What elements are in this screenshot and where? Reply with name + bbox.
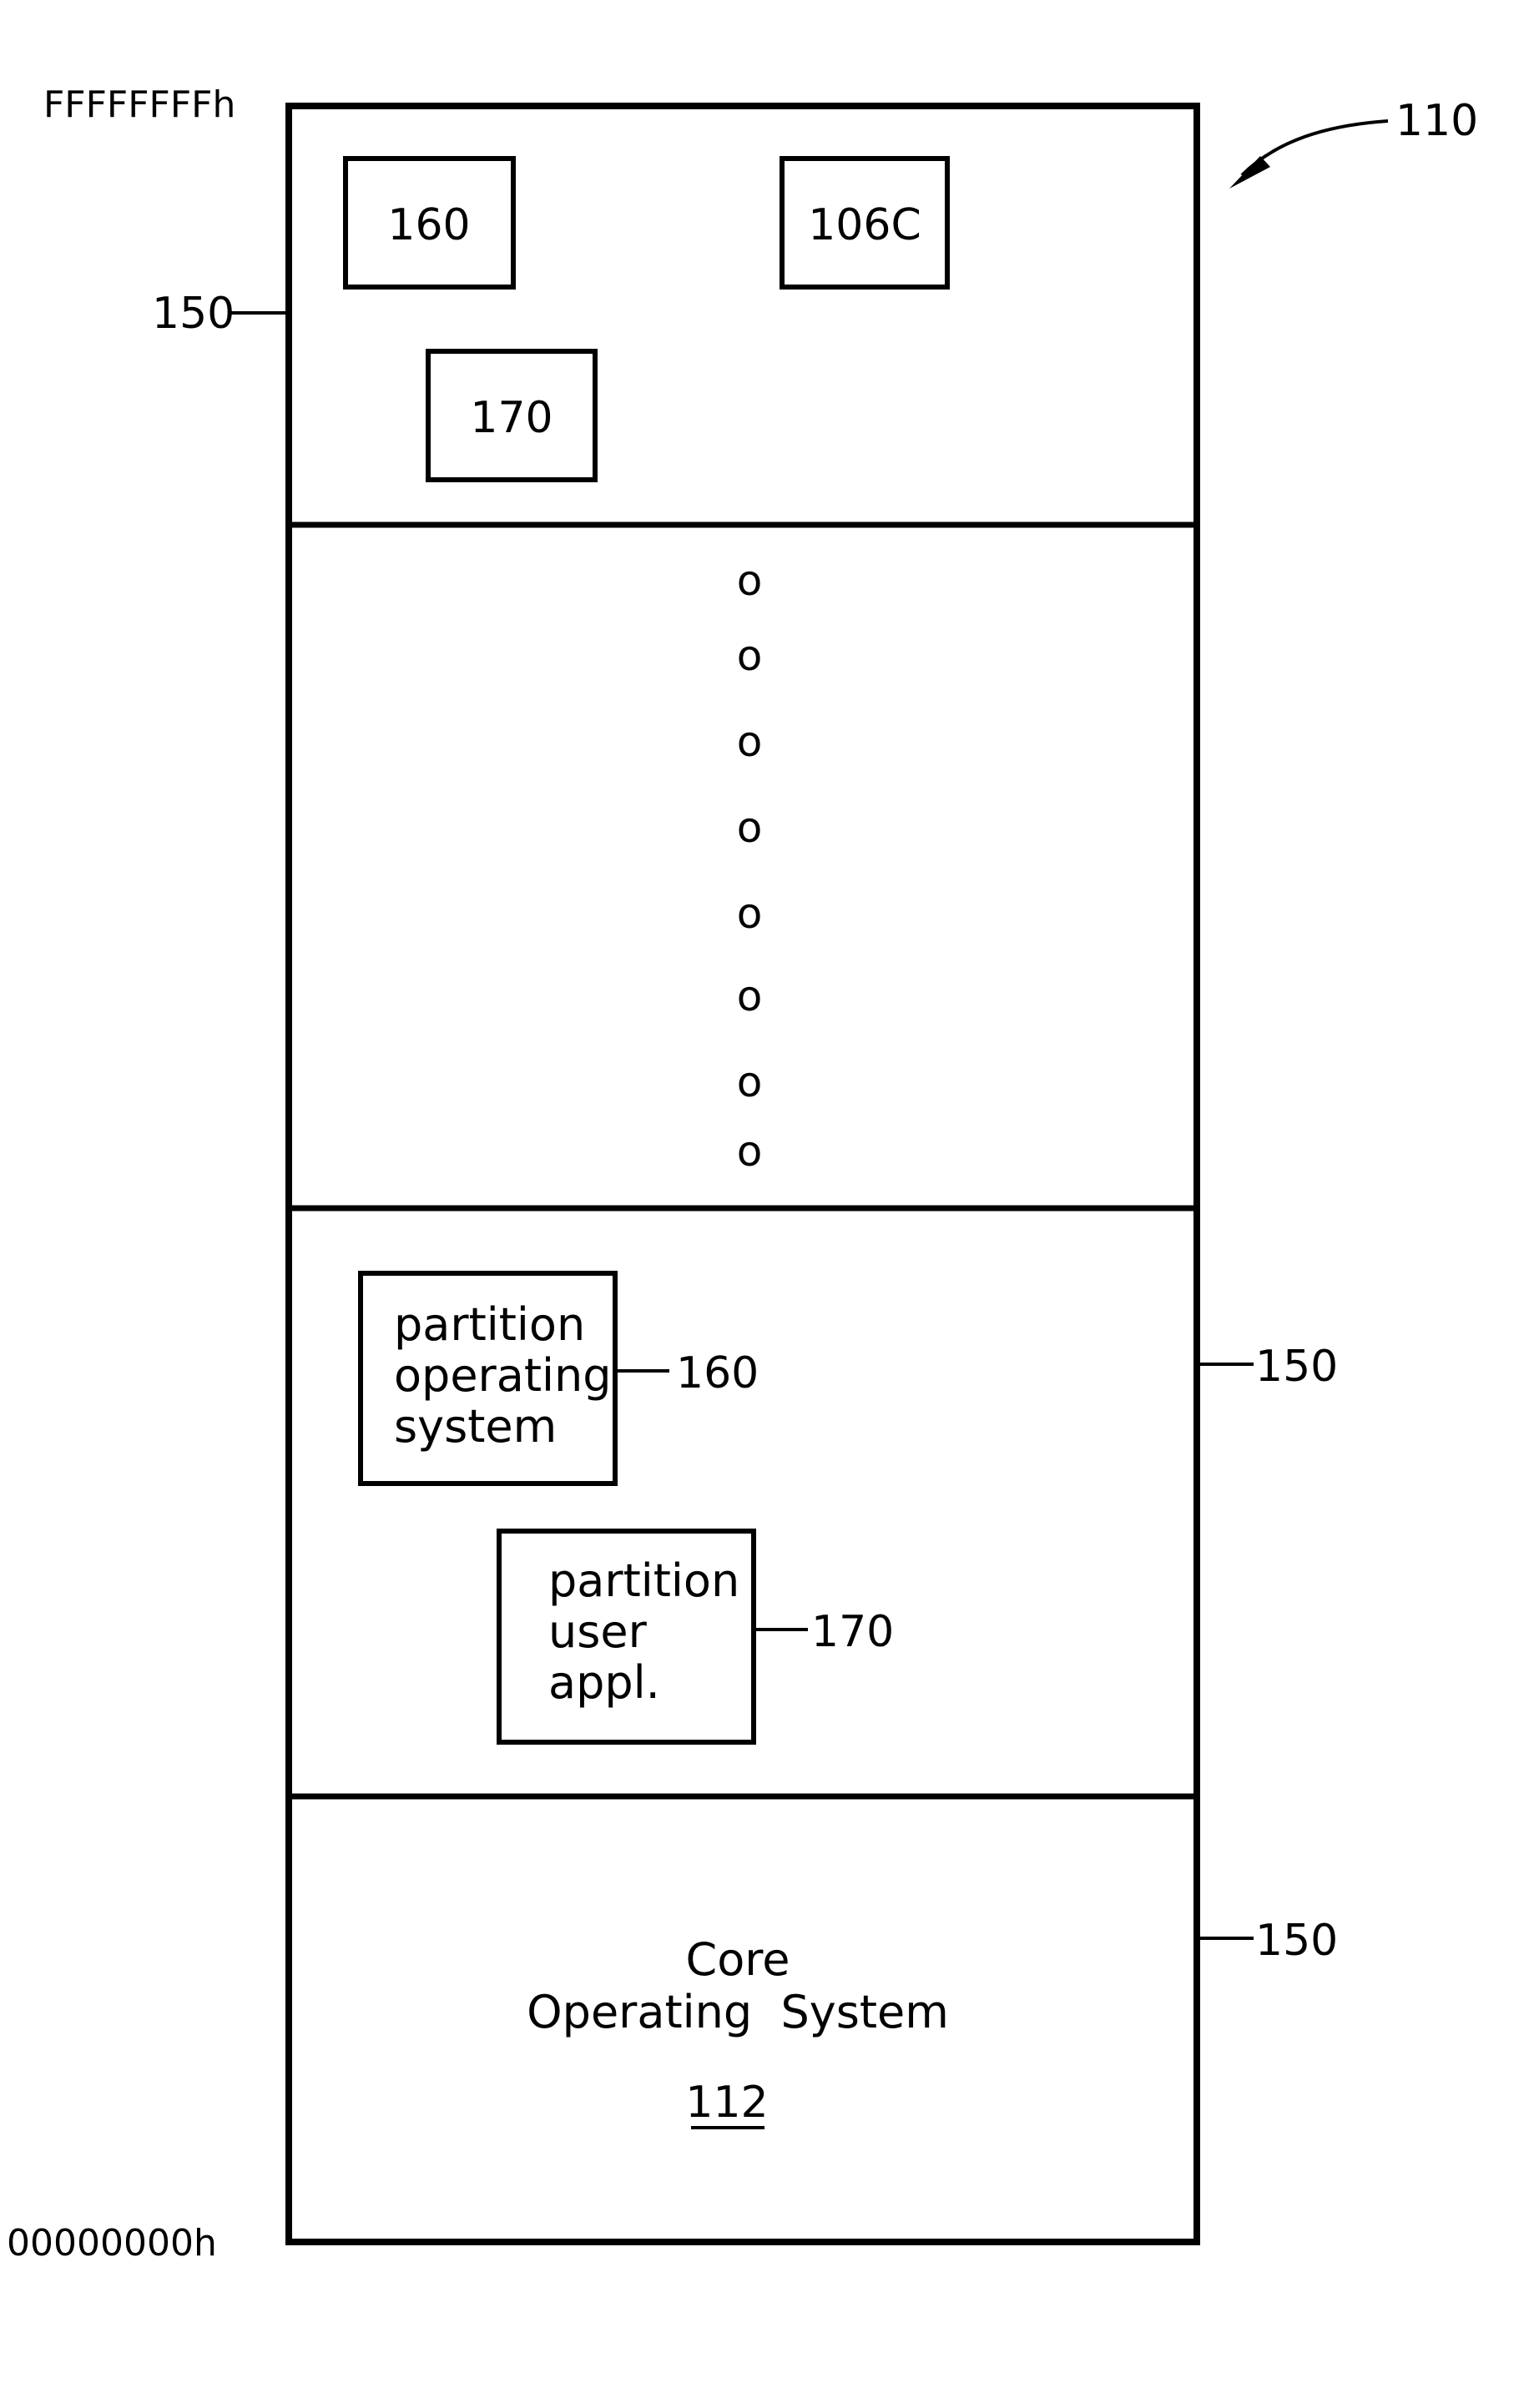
partition-ref-label: 150 — [152, 289, 235, 339]
partition-user-app-line: user — [548, 1605, 648, 1658]
partition-core-os: 150 Core Operating System 112 — [527, 1916, 1338, 2129]
continuation-mark: o — [737, 632, 763, 680]
partition-os-line: system — [394, 1400, 557, 1453]
core-os-title-line: Core — [686, 1933, 790, 1986]
continuation-mark: o — [737, 1058, 763, 1106]
partition-top: 150 160 106C 170 — [152, 156, 950, 482]
component-label-106c: 106C — [808, 200, 921, 250]
component-label-160: 160 — [387, 200, 470, 250]
partition-user-app-ref: 170 — [811, 1607, 894, 1657]
partition-continuation: o o o o o o o o — [737, 557, 763, 1176]
partition-user-app-line: appl. — [548, 1656, 660, 1709]
partition-ref-label: 150 — [1255, 1916, 1338, 1966]
partition-ref-label: 150 — [1255, 1342, 1338, 1392]
continuation-mark: o — [737, 889, 763, 938]
address-bottom-label: 00000000h — [7, 2222, 217, 2264]
reference-arrow-head-icon — [1229, 156, 1270, 189]
continuation-mark: o — [737, 557, 763, 605]
continuation-mark: o — [737, 972, 763, 1020]
figure-reference-110: 110 — [1229, 96, 1478, 189]
core-os-ref-number: 112 — [685, 2078, 768, 2128]
core-os-title-line: Operating System — [527, 1986, 949, 2038]
figure-reference-label: 110 — [1395, 96, 1478, 146]
partition-user-app-line: partition — [548, 1554, 739, 1607]
address-top-label: FFFFFFFFh — [43, 83, 235, 126]
partition-os-line: partition — [394, 1298, 585, 1351]
component-label-170: 170 — [470, 393, 553, 443]
memory-map-diagram: FFFFFFFFh 00000000h 110 150 160 106C 170… — [7, 83, 1478, 2264]
continuation-mark: o — [737, 804, 763, 852]
continuation-mark: o — [737, 1127, 763, 1176]
partition-os-ref: 160 — [676, 1348, 759, 1398]
partition-os-line: operating — [394, 1349, 612, 1402]
partition-middle: 150 partition operating system 160 parti… — [358, 1271, 1338, 1745]
continuation-mark: o — [737, 718, 763, 766]
